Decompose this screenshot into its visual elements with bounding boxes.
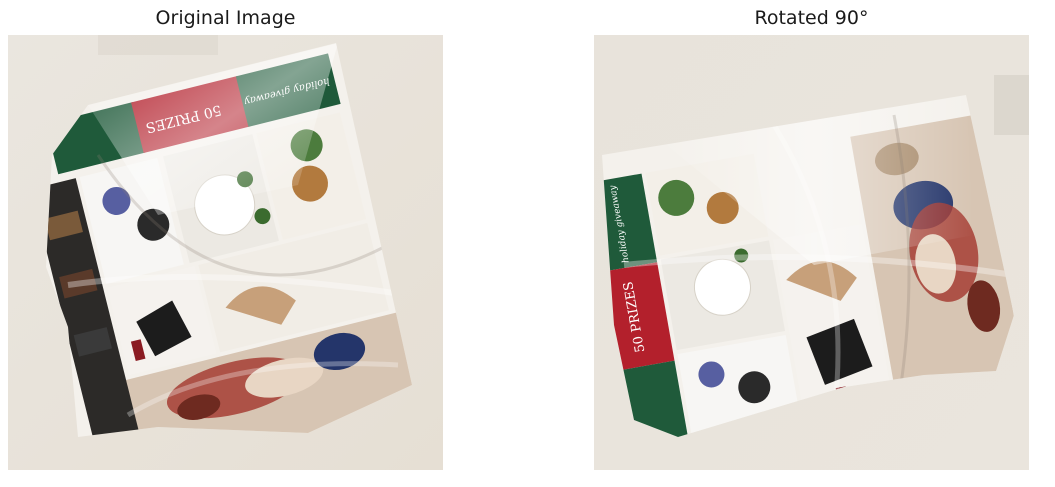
panel-title-original: Original Image (155, 7, 296, 29)
panel-title-rotated: Rotated 90° (754, 7, 869, 29)
rotated-image: 50 PRIZES holiday giveaway (594, 35, 1029, 470)
figure: Original Image Rotated 90° 50 PRIZES hol… (0, 0, 1055, 487)
original-image-panel: 50 PRIZES holiday giveaway (8, 35, 443, 470)
rotated-image-panel: 50 PRIZES holiday giveaway (594, 35, 1029, 470)
original-image: 50 PRIZES holiday giveaway (8, 35, 443, 470)
